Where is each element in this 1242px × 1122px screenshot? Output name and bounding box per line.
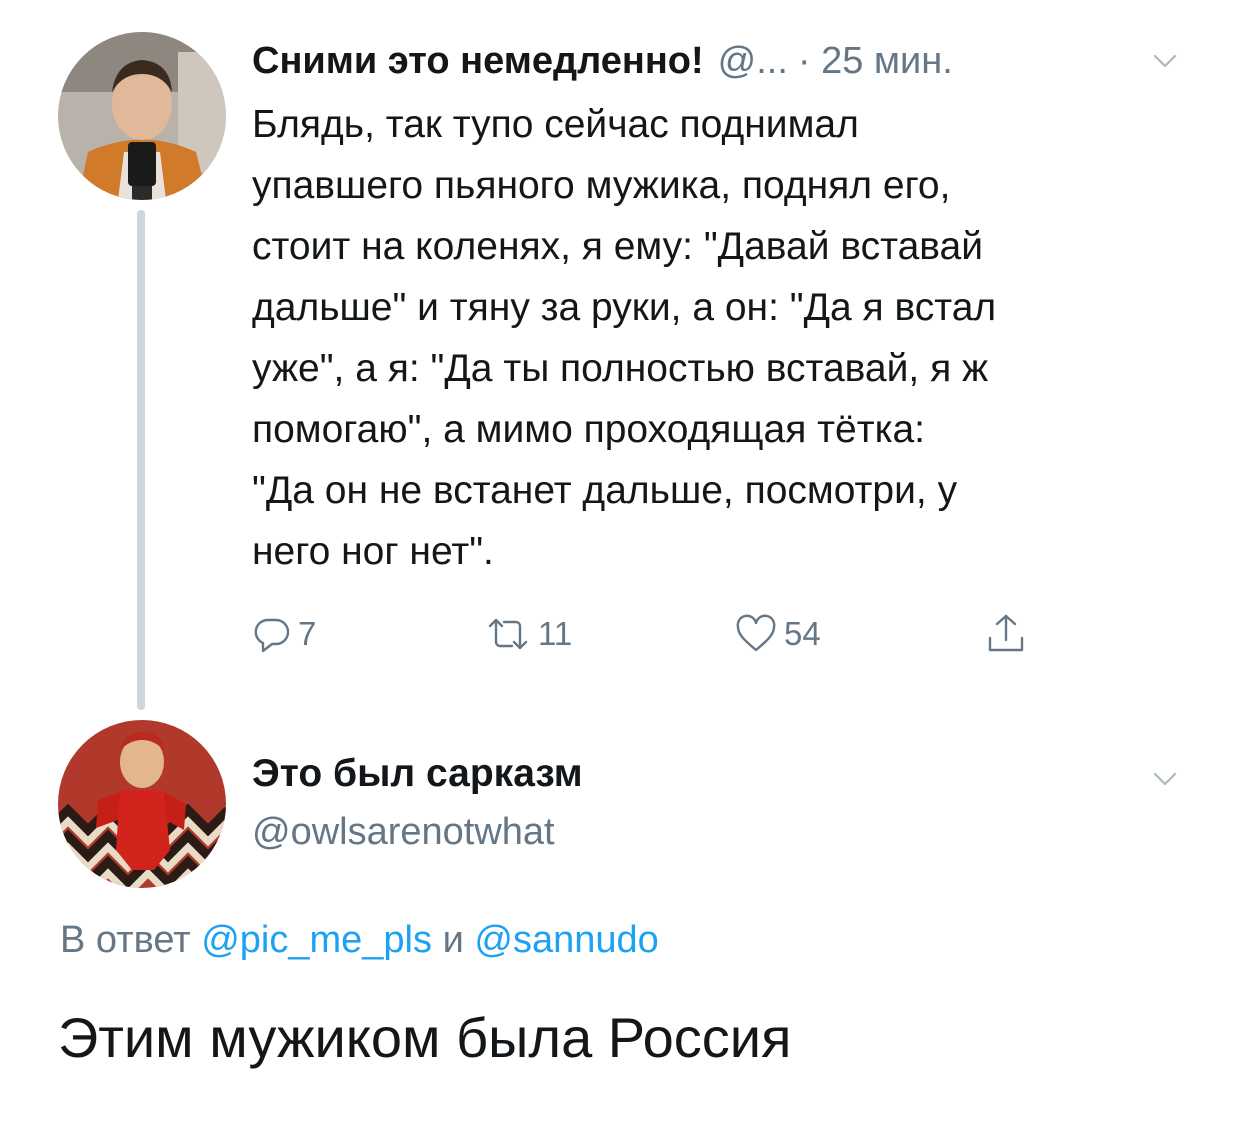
- share-icon: [984, 612, 1028, 656]
- avatar[interactable]: [58, 720, 226, 888]
- tweet-text-line: стоит на коленях, я ему: "Давай вставай: [252, 225, 984, 268]
- tweet-text-line: упавшего пьяного мужика, поднял его,: [252, 164, 951, 207]
- like-icon: [734, 614, 778, 654]
- display-name[interactable]: Сними это немедленно!: [252, 36, 704, 86]
- tweet-header: Сними это немедленно! @... · 25 мин.: [252, 36, 1192, 86]
- reply-context: В ответ @pic_me_pls и @sannudo: [60, 914, 659, 966]
- tweet-text-line: него ног нет".: [252, 530, 494, 573]
- retweet-count: 11: [538, 615, 573, 652]
- tweet-text: Этим мужиком была Россия: [58, 1006, 792, 1069]
- like-count: 54: [784, 615, 821, 652]
- reply-prefix: В ответ: [60, 919, 191, 961]
- tweet-text-line: "Да он не встанет дальше, посмотри, у: [252, 469, 958, 512]
- avatar[interactable]: [58, 32, 226, 200]
- mention-link[interactable]: @pic_me_pls: [201, 919, 432, 961]
- tweet-text-line: дальше" и тяну за руки, а он: "Да я вста…: [252, 286, 997, 329]
- user-handle[interactable]: @...: [718, 36, 788, 86]
- tweet-text: Блядь, так тупо сейчас поднимал упавшего…: [252, 94, 1212, 582]
- reply-icon: [252, 614, 292, 654]
- user-handle[interactable]: @owlsarenotwhat: [252, 806, 555, 858]
- timestamp[interactable]: · 25 мин.: [798, 36, 953, 86]
- reply-count: 7: [298, 615, 317, 652]
- reply-conjunction: и: [442, 919, 464, 961]
- tweet-actions: 7 11 54: [252, 606, 1072, 662]
- retweet-icon: [484, 614, 532, 654]
- like-button[interactable]: 54: [734, 606, 821, 662]
- mention-link[interactable]: @sannudo: [474, 919, 658, 961]
- tweet-text-line: уже", а я: "Да ты полностью вставай, я ж: [252, 347, 989, 390]
- tweet-text-line: помогаю", а мимо проходящая тётка:: [252, 408, 926, 451]
- thread-line: [137, 210, 145, 710]
- chevron-down-icon[interactable]: [1152, 766, 1178, 792]
- reply-button[interactable]: 7: [252, 606, 316, 662]
- display-name[interactable]: Это был сарказм: [252, 748, 583, 800]
- chevron-down-icon[interactable]: [1152, 48, 1178, 74]
- share-button[interactable]: [984, 606, 1028, 662]
- retweet-button[interactable]: 11: [484, 606, 572, 662]
- tweet-text-line: Блядь, так тупо сейчас поднимал: [252, 103, 859, 146]
